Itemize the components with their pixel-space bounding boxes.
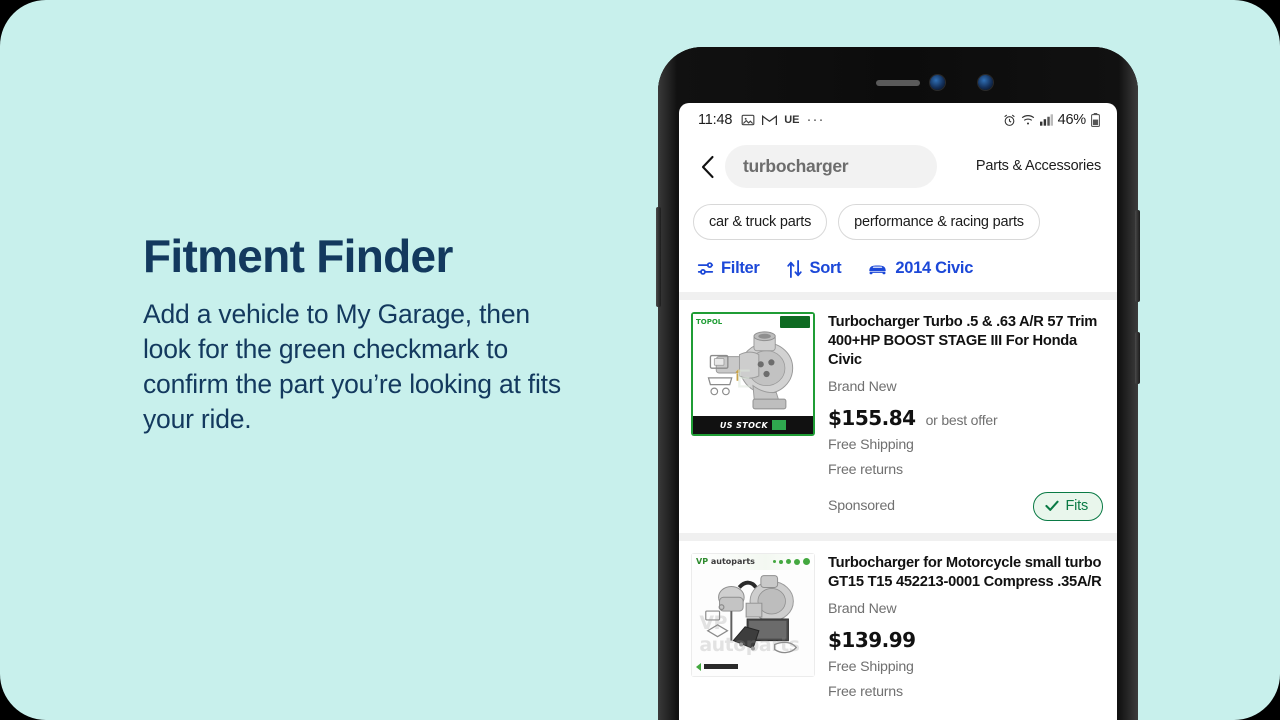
cellular-signal-icon (1039, 114, 1053, 126)
search-query-text: turbocharger (743, 156, 849, 176)
filter-button[interactable]: Filter (697, 259, 760, 278)
search-row: turbocharger Parts & Accessories (679, 137, 1117, 194)
phone-mockup: 11:48 UE ··· 46% turbocharger Parts & Ac… (656, 47, 1140, 720)
gmail-icon (762, 114, 778, 126)
turbocharger-illustration-2 (705, 574, 798, 653)
product-2-bar (704, 664, 738, 670)
suggestion-chips: car & truck parts performance & racing p… (679, 194, 1117, 244)
photo-icon (741, 113, 755, 127)
chip-performance-racing-parts[interactable]: performance & racing parts (838, 204, 1040, 240)
front-camera-icon (930, 75, 945, 90)
wifi-icon (1021, 114, 1035, 126)
earpiece-speaker (876, 80, 920, 86)
listing-item-1[interactable]: TOPOL E US STOCK Turbocharger Turbo .5 &… (679, 300, 1117, 533)
listing-2-title[interactable]: Turbocharger for Motorcycle small turbo … (828, 554, 1103, 592)
section-divider-2 (679, 532, 1117, 541)
phone-screen: 11:48 UE ··· 46% turbocharger Parts & Ac… (679, 103, 1117, 720)
promo-text-block: Fitment Finder Add a vehicle to My Garag… (143, 232, 563, 437)
back-button[interactable] (693, 151, 721, 183)
listing-2-thumbnail[interactable]: VP autoparts VP autoparts (691, 552, 815, 677)
product-1-banner-text: US STOCK (719, 420, 769, 430)
sort-icon (786, 259, 802, 278)
results-toolbar: Filter Sort 2014 Civic (679, 244, 1117, 292)
ue-icon: UE (784, 114, 800, 126)
battery-percent: 46% (1057, 112, 1087, 128)
filter-icon (697, 262, 714, 275)
listing-item-2[interactable]: VP autoparts VP autoparts Turbocharger f… (679, 541, 1117, 715)
car-icon (869, 265, 887, 275)
status-right-icons: 46% (1003, 112, 1100, 128)
checkmark-icon (1045, 500, 1060, 512)
listing-1-sponsored-label: Sponsored (828, 498, 895, 515)
listing-1-title[interactable]: Turbocharger Turbo .5 & .63 A/R 57 Trim … (828, 313, 1103, 370)
status-time: 11:48 (698, 112, 733, 128)
sensor-icon (978, 75, 993, 90)
listing-1-best-offer: or best offer (925, 411, 998, 428)
listing-1-returns: Free returns (828, 462, 903, 479)
volume-button-left[interactable] (656, 207, 661, 307)
listing-1-info: Turbocharger Turbo .5 & .63 A/R 57 Trim … (828, 312, 1103, 521)
listing-2-shipping: Free Shipping (828, 658, 914, 675)
listing-2-returns: Free returns (828, 684, 903, 701)
filter-label: Filter (721, 259, 760, 277)
power-button[interactable] (1135, 332, 1140, 384)
vehicle-selector-button[interactable]: 2014 Civic (867, 259, 973, 278)
vehicle-label: 2014 Civic (895, 259, 974, 277)
sort-label: Sort (809, 259, 842, 277)
chip-car-truck-parts[interactable]: car & truck parts (693, 204, 828, 240)
fits-label: Fits (1065, 498, 1088, 515)
listing-2-info: Turbocharger for Motorcycle small turbo … (828, 553, 1103, 703)
product-image-1: TOPOL E US STOCK (691, 312, 815, 436)
product-1-us-stock-banner: US STOCK (693, 416, 813, 434)
product-image-2: VP autoparts VP autoparts (691, 552, 815, 677)
product-2-footer (696, 662, 738, 671)
section-divider (679, 292, 1117, 300)
page-title: Fitment Finder (143, 230, 453, 282)
category-label: Parts & Accessories (975, 157, 1101, 174)
alarm-icon (1003, 114, 1016, 127)
listing-1-bottom-row: Sponsored Fits (828, 491, 1103, 521)
listing-1-thumbnail[interactable]: TOPOL E US STOCK (691, 312, 815, 436)
listing-2-condition: Brand New (828, 600, 897, 617)
svg-text:E: E (736, 365, 752, 394)
search-input[interactable]: turbocharger (725, 145, 937, 188)
status-bar: 11:48 UE ··· 46% (679, 103, 1117, 137)
status-badge-fits: Fits (1033, 491, 1103, 521)
battery-icon (1091, 113, 1100, 127)
promo-description: Add a vehicle to My Garage, then look fo… (143, 298, 561, 434)
promo-card: Fitment Finder Add a vehicle to My Garag… (0, 0, 1280, 720)
listing-2-price-row: $139.99 (828, 628, 1103, 652)
listing-1-shipping: Free Shipping (828, 436, 914, 453)
volume-button-right[interactable] (1135, 210, 1140, 302)
listing-1-price: $155.84 (828, 405, 916, 430)
sort-button[interactable]: Sort (786, 259, 842, 278)
back-chevron-icon (701, 155, 714, 178)
listing-1-price-row: $155.84 or best offer (828, 406, 1103, 430)
product-2-arrow-icon (696, 662, 701, 671)
listing-1-condition: Brand New (828, 378, 897, 395)
product-1-banner-mark (772, 420, 787, 430)
listing-2-price: $139.99 (828, 627, 916, 652)
status-left-icons: UE ··· (741, 112, 824, 127)
